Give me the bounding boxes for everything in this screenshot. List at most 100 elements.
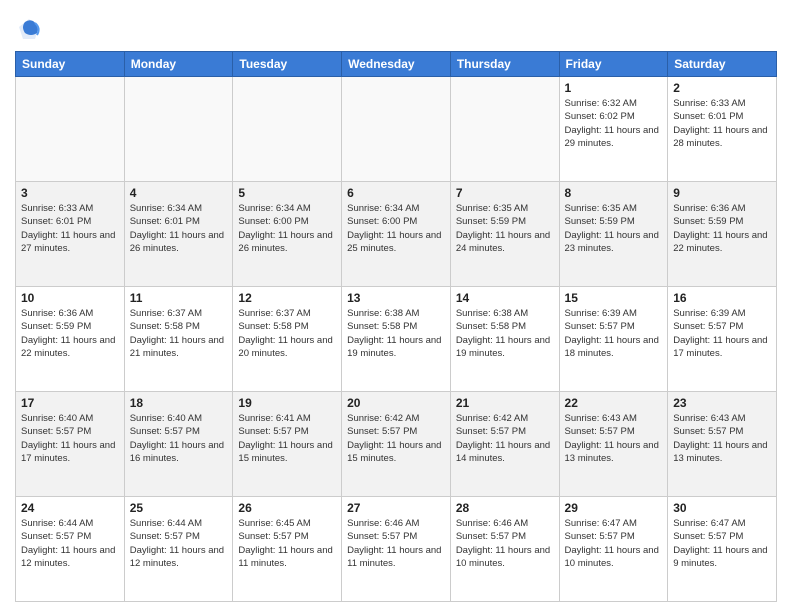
day-info: Sunrise: 6:47 AMSunset: 5:57 PMDaylight:… [565, 517, 663, 570]
calendar-cell: 19 Sunrise: 6:41 AMSunset: 5:57 PMDayligh… [233, 392, 342, 497]
day-number: 3 [21, 186, 119, 200]
calendar-cell: 28 Sunrise: 6:46 AMSunset: 5:57 PMDayligh… [450, 497, 559, 602]
day-number: 10 [21, 291, 119, 305]
day-number: 20 [347, 396, 445, 410]
day-number: 27 [347, 501, 445, 515]
day-number: 15 [565, 291, 663, 305]
calendar-cell: 9 Sunrise: 6:36 AMSunset: 5:59 PMDaylight… [668, 182, 777, 287]
day-number: 12 [238, 291, 336, 305]
day-number: 18 [130, 396, 228, 410]
calendar-cell [342, 77, 451, 182]
day-info: Sunrise: 6:37 AMSunset: 5:58 PMDaylight:… [130, 307, 228, 360]
calendar-cell: 3 Sunrise: 6:33 AMSunset: 6:01 PMDaylight… [16, 182, 125, 287]
day-info: Sunrise: 6:44 AMSunset: 5:57 PMDaylight:… [21, 517, 119, 570]
day-info: Sunrise: 6:32 AMSunset: 6:02 PMDaylight:… [565, 97, 663, 150]
day-info: Sunrise: 6:35 AMSunset: 5:59 PMDaylight:… [456, 202, 554, 255]
calendar-cell: 26 Sunrise: 6:45 AMSunset: 5:57 PMDayligh… [233, 497, 342, 602]
calendar-cell: 15 Sunrise: 6:39 AMSunset: 5:57 PMDayligh… [559, 287, 668, 392]
day-info: Sunrise: 6:41 AMSunset: 5:57 PMDaylight:… [238, 412, 336, 465]
calendar-cell [124, 77, 233, 182]
calendar-cell: 21 Sunrise: 6:42 AMSunset: 5:57 PMDayligh… [450, 392, 559, 497]
day-number: 7 [456, 186, 554, 200]
day-info: Sunrise: 6:47 AMSunset: 5:57 PMDaylight:… [673, 517, 771, 570]
day-number: 11 [130, 291, 228, 305]
weekday-header-monday: Monday [124, 52, 233, 77]
calendar-cell: 25Sunrise: 6:44 AMSunset: 5:57 PMDayligh… [124, 497, 233, 602]
day-number: 14 [456, 291, 554, 305]
day-info: Sunrise: 6:39 AMSunset: 5:57 PMDaylight:… [673, 307, 771, 360]
calendar-cell: 14 Sunrise: 6:38 AMSunset: 5:58 PMDayligh… [450, 287, 559, 392]
calendar-cell [16, 77, 125, 182]
logo [15, 15, 47, 43]
day-number: 19 [238, 396, 336, 410]
day-number: 23 [673, 396, 771, 410]
calendar-cell: 10 Sunrise: 6:36 AMSunset: 5:59 PMDayligh… [16, 287, 125, 392]
day-number: 6 [347, 186, 445, 200]
weekday-header-tuesday: Tuesday [233, 52, 342, 77]
day-info: Sunrise: 6:40 AMSunset: 5:57 PMDaylight:… [130, 412, 228, 465]
header [15, 15, 777, 43]
day-number: 22 [565, 396, 663, 410]
day-info: Sunrise: 6:34 AMSunset: 6:01 PMDaylight:… [130, 202, 228, 255]
weekday-header-sunday: Sunday [16, 52, 125, 77]
day-number: 4 [130, 186, 228, 200]
day-info: Sunrise: 6:46 AMSunset: 5:57 PMDaylight:… [456, 517, 554, 570]
day-number: 9 [673, 186, 771, 200]
day-number: 21 [456, 396, 554, 410]
calendar-cell: 27 Sunrise: 6:46 AMSunset: 5:57 PMDayligh… [342, 497, 451, 602]
calendar-cell: 2Sunrise: 6:33 AMSunset: 6:01 PMDaylight… [668, 77, 777, 182]
day-number: 16 [673, 291, 771, 305]
day-number: 2 [673, 81, 771, 95]
day-info: Sunrise: 6:44 AMSunset: 5:57 PMDaylight:… [130, 517, 228, 570]
day-number: 5 [238, 186, 336, 200]
calendar-cell: 18 Sunrise: 6:40 AMSunset: 5:57 PMDayligh… [124, 392, 233, 497]
day-info: Sunrise: 6:38 AMSunset: 5:58 PMDaylight:… [456, 307, 554, 360]
calendar-cell: 4 Sunrise: 6:34 AMSunset: 6:01 PMDaylight… [124, 182, 233, 287]
calendar-cell: 12 Sunrise: 6:37 AMSunset: 5:58 PMDayligh… [233, 287, 342, 392]
calendar-cell: 13 Sunrise: 6:38 AMSunset: 5:58 PMDayligh… [342, 287, 451, 392]
week-row-2: 3 Sunrise: 6:33 AMSunset: 6:01 PMDaylight… [16, 182, 777, 287]
calendar-cell: 24 Sunrise: 6:44 AMSunset: 5:57 PMDayligh… [16, 497, 125, 602]
weekday-header-thursday: Thursday [450, 52, 559, 77]
day-info: Sunrise: 6:40 AMSunset: 5:57 PMDaylight:… [21, 412, 119, 465]
day-info: Sunrise: 6:34 AMSunset: 6:00 PMDaylight:… [347, 202, 445, 255]
day-info: Sunrise: 6:45 AMSunset: 5:57 PMDaylight:… [238, 517, 336, 570]
day-info: Sunrise: 6:43 AMSunset: 5:57 PMDaylight:… [565, 412, 663, 465]
calendar-cell [233, 77, 342, 182]
weekday-header-row: SundayMondayTuesdayWednesdayThursdayFrid… [16, 52, 777, 77]
logo-icon [15, 15, 43, 43]
day-info: Sunrise: 6:43 AMSunset: 5:57 PMDaylight:… [673, 412, 771, 465]
day-info: Sunrise: 6:42 AMSunset: 5:57 PMDaylight:… [456, 412, 554, 465]
calendar-cell: 23 Sunrise: 6:43 AMSunset: 5:57 PMDayligh… [668, 392, 777, 497]
day-number: 13 [347, 291, 445, 305]
calendar-cell: 20 Sunrise: 6:42 AMSunset: 5:57 PMDayligh… [342, 392, 451, 497]
calendar-cell: 29Sunrise: 6:47 AMSunset: 5:57 PMDayligh… [559, 497, 668, 602]
day-info: Sunrise: 6:35 AMSunset: 5:59 PMDaylight:… [565, 202, 663, 255]
day-info: Sunrise: 6:38 AMSunset: 5:58 PMDaylight:… [347, 307, 445, 360]
calendar-cell [450, 77, 559, 182]
calendar-cell: 1Sunrise: 6:32 AMSunset: 6:02 PMDaylight… [559, 77, 668, 182]
week-row-1: 1Sunrise: 6:32 AMSunset: 6:02 PMDaylight… [16, 77, 777, 182]
day-number: 24 [21, 501, 119, 515]
calendar-cell: 7 Sunrise: 6:35 AMSunset: 5:59 PMDaylight… [450, 182, 559, 287]
week-row-4: 17Sunrise: 6:40 AMSunset: 5:57 PMDayligh… [16, 392, 777, 497]
day-info: Sunrise: 6:37 AMSunset: 5:58 PMDaylight:… [238, 307, 336, 360]
weekday-header-friday: Friday [559, 52, 668, 77]
day-info: Sunrise: 6:39 AMSunset: 5:57 PMDaylight:… [565, 307, 663, 360]
calendar-cell: 22 Sunrise: 6:43 AMSunset: 5:57 PMDayligh… [559, 392, 668, 497]
day-info: Sunrise: 6:34 AMSunset: 6:00 PMDaylight:… [238, 202, 336, 255]
day-number: 30 [673, 501, 771, 515]
day-info: Sunrise: 6:36 AMSunset: 5:59 PMDaylight:… [21, 307, 119, 360]
calendar-cell: 17Sunrise: 6:40 AMSunset: 5:57 PMDayligh… [16, 392, 125, 497]
weekday-header-wednesday: Wednesday [342, 52, 451, 77]
week-row-5: 24 Sunrise: 6:44 AMSunset: 5:57 PMDayligh… [16, 497, 777, 602]
day-info: Sunrise: 6:33 AMSunset: 6:01 PMDaylight:… [21, 202, 119, 255]
day-info: Sunrise: 6:36 AMSunset: 5:59 PMDaylight:… [673, 202, 771, 255]
calendar-cell: 11 Sunrise: 6:37 AMSunset: 5:58 PMDayligh… [124, 287, 233, 392]
day-info: Sunrise: 6:46 AMSunset: 5:57 PMDaylight:… [347, 517, 445, 570]
day-info: Sunrise: 6:42 AMSunset: 5:57 PMDaylight:… [347, 412, 445, 465]
calendar-cell: 5 Sunrise: 6:34 AMSunset: 6:00 PMDaylight… [233, 182, 342, 287]
day-number: 28 [456, 501, 554, 515]
day-number: 26 [238, 501, 336, 515]
calendar-cell: 6 Sunrise: 6:34 AMSunset: 6:00 PMDaylight… [342, 182, 451, 287]
